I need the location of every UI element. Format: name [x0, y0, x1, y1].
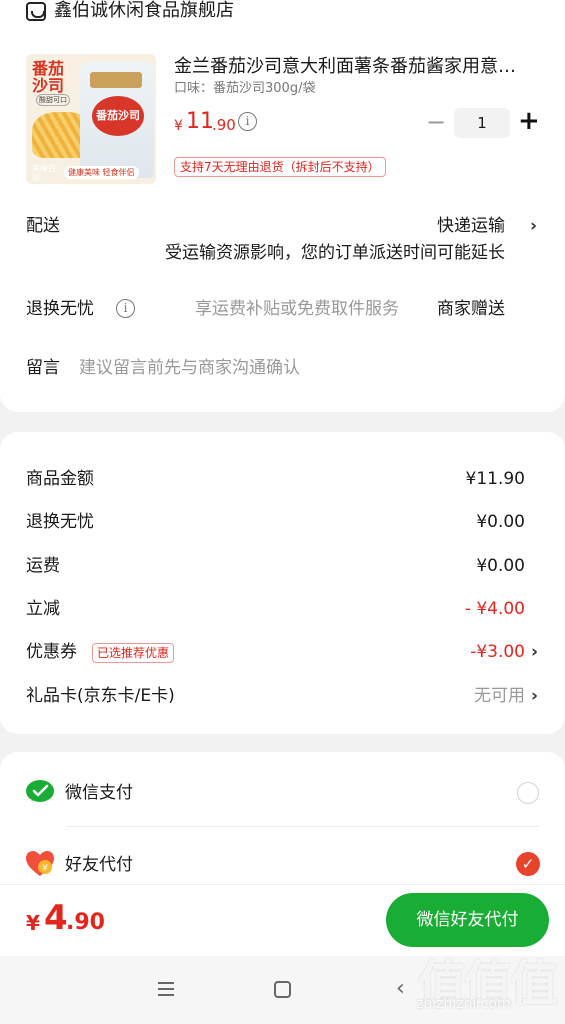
friend-pay-check-icon[interactable]: ✓ — [516, 852, 540, 876]
product-thumbnail[interactable]: 番茄沙司 酸甜可口 番茄沙司 美味百搭 健康美味 轻食伴侣 — [26, 54, 156, 184]
svg-text:¥: ¥ — [42, 864, 48, 874]
product-spec[interactable]: 口味：番茄沙司300g/袋 — [174, 80, 315, 98]
friend-pay-label[interactable]: 好友代付 — [65, 854, 133, 876]
store-icon — [26, 2, 46, 21]
quantity-input[interactable]: 1 — [454, 108, 510, 138]
worry-free-value[interactable]: 商家赠送 — [420, 298, 505, 320]
delivery-value[interactable]: 快递运输 — [380, 215, 505, 237]
coupon-tag: 已选推荐优惠 — [92, 643, 175, 663]
giftcard-value[interactable]: 无可用 — [400, 685, 525, 707]
wechat-pay-icon — [26, 780, 54, 802]
delivery-chevron-icon[interactable]: › — [530, 215, 537, 237]
worry-free-info-icon[interactable]: i — [116, 299, 135, 318]
bag-label: 番茄沙司 — [92, 96, 144, 136]
total-decimal: .90 — [66, 910, 105, 935]
price-info-icon[interactable]: i — [238, 112, 257, 131]
quantity-plus-button[interactable]: + — [518, 106, 540, 136]
message-input[interactable]: 建议留言前先与商家沟通确认 — [79, 357, 519, 379]
wechat-pay-radio[interactable] — [517, 782, 539, 804]
coupon-value[interactable]: -¥3.00 — [400, 641, 525, 663]
discount-value: - ¥4.00 — [464, 599, 525, 619]
delivery-label: 配送 — [26, 216, 60, 236]
thumb-title: 番茄沙司 — [32, 59, 65, 95]
friend-pay-icon: ¥ — [26, 851, 54, 876]
home-icon[interactable] — [274, 981, 291, 998]
worry-free-fee-value: ¥0.00 — [476, 512, 525, 532]
message-label: 留言 — [26, 358, 60, 378]
worry-free-desc: 享运费补贴或免费取件服务 — [195, 299, 399, 319]
worry-free-label: 退换无忧 — [26, 299, 94, 319]
total-symbol: ¥ — [26, 911, 40, 935]
freight-label: 运费 — [26, 556, 60, 576]
watermark-url: zhizhizhi.com — [416, 996, 511, 1012]
freight-value: ¥0.00 — [476, 556, 525, 576]
giftcard-label: 礼品卡(京东卡/E卡) — [26, 686, 175, 706]
price-decimal: .90 — [212, 116, 236, 134]
goods-amount-label: 商品金额 — [26, 469, 94, 489]
payment-divider — [66, 826, 539, 827]
menu-icon[interactable] — [158, 982, 174, 996]
wechat-friend-pay-button[interactable]: 微信好友代付 — [386, 893, 549, 947]
return-policy-tag: 支持7天无理由退货（拆封后不支持） — [174, 157, 386, 177]
delivery-notice: 受运输资源影响，您的订单派送时间可能延长 — [165, 243, 505, 263]
coupon-chevron-icon[interactable]: › — [531, 641, 538, 663]
wechat-pay-label[interactable]: 微信支付 — [65, 782, 133, 804]
price-integer: 11 — [186, 109, 214, 134]
thumb-badge-left: 美味百搭 — [32, 164, 56, 182]
thumb-subtitle: 酸甜可口 — [36, 94, 70, 106]
back-icon[interactable]: ‹ — [396, 978, 405, 1000]
bag-top — [90, 72, 142, 88]
thumb-badge-right: 健康美味 轻食伴侣 — [64, 166, 139, 179]
store-name[interactable]: 鑫伯诚休闲食品旗舰店 — [54, 0, 234, 22]
discount-label: 立减 — [26, 599, 60, 619]
giftcard-chevron-icon[interactable]: › — [531, 685, 538, 707]
price-symbol: ¥ — [174, 118, 183, 134]
product-title[interactable]: 金兰番茄沙司意大利面薯条番茄酱家用意… — [174, 56, 540, 78]
goods-amount-value: ¥11.90 — [465, 469, 525, 489]
coupon-label: 优惠券 — [26, 642, 77, 662]
worry-free-fee-label: 退换无忧 — [26, 512, 94, 532]
total-integer: 4 — [44, 898, 68, 938]
quantity-minus-button[interactable]: − — [426, 108, 446, 136]
